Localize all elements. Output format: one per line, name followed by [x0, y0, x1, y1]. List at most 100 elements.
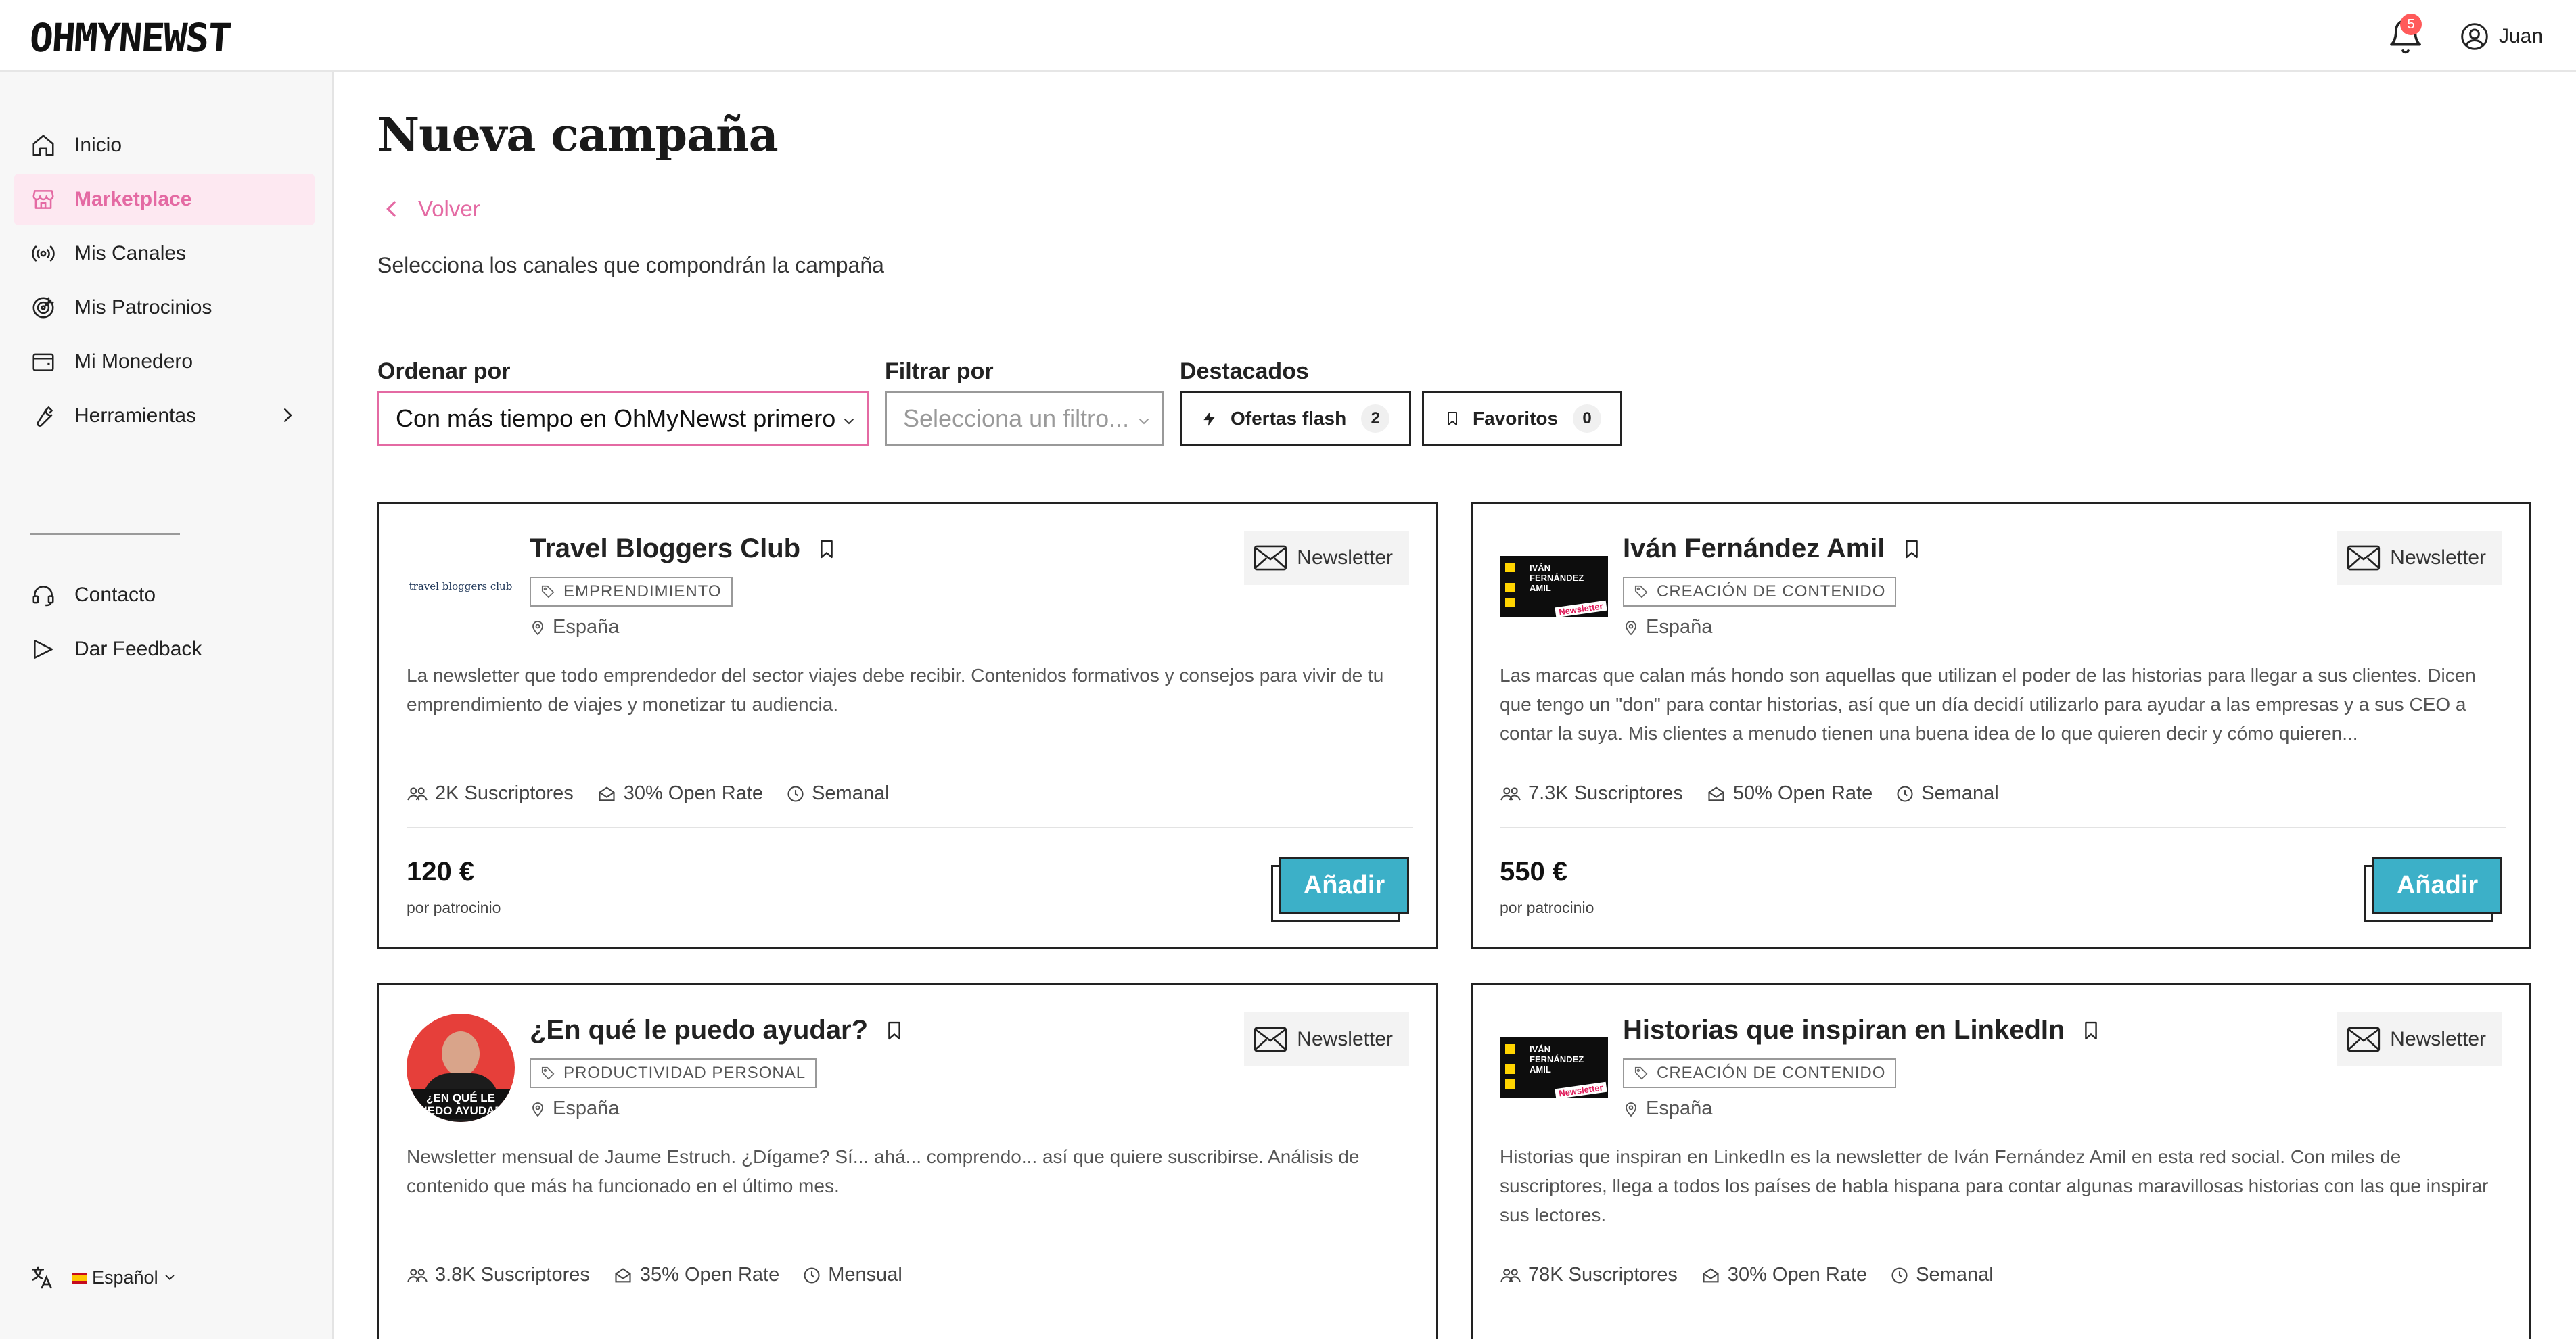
channel-type-badge: Newsletter: [1244, 1012, 1409, 1066]
frequency-value: Semanal: [812, 782, 890, 804]
bookmark-icon[interactable]: [886, 1020, 903, 1041]
bookmark-icon[interactable]: [818, 538, 835, 560]
open-rate-stat: 30% Open Rate: [597, 782, 763, 805]
channel-card[interactable]: ¿EN QUÉ LE PUEDO AYUDAR? ¿En qué le pued…: [377, 983, 1438, 1339]
open-rate-value: 30% Open Rate: [1727, 1264, 1868, 1286]
open-rate-stat: 30% Open Rate: [1701, 1264, 1867, 1286]
flash-offers-button[interactable]: Ofertas flash 2: [1180, 391, 1411, 446]
category-label: EMPRENDIMIENTO: [564, 582, 722, 601]
channel-description: La newsletter que todo emprendedor del s…: [407, 665, 1384, 715]
channel-name-text: Iván Fernández Amil: [1623, 534, 1885, 563]
channel-type-badge: Newsletter: [1244, 531, 1409, 585]
sidebar-item-label: Dar Feedback: [74, 638, 202, 660]
bookmark-icon[interactable]: [1903, 538, 1920, 560]
open-rate-value: 50% Open Rate: [1732, 782, 1873, 804]
channel-stats: 3.8K Suscriptores 35% Open Rate Mensual: [407, 1264, 902, 1286]
sidebar-item-mis-canales[interactable]: Mis Canales: [14, 228, 315, 279]
channel-description: Las marcas que calan más hondo son aquel…: [1500, 665, 2476, 744]
users-icon: [1500, 1266, 1521, 1285]
channel-card[interactable]: IVÁN FERNÁNDEZ AMIL Newsletter Historias…: [1471, 983, 2531, 1339]
channel-stats: 2K Suscriptores 30% Open Rate Semanal: [407, 782, 890, 805]
sidebar-item-herramientas[interactable]: Herramientas: [14, 390, 315, 442]
user-menu[interactable]: Juan: [2460, 19, 2543, 54]
sidebar-item-label: Mi Monedero: [74, 350, 193, 373]
language-label: Español: [92, 1267, 158, 1288]
sidebar-item-inicio[interactable]: Inicio: [14, 120, 315, 171]
channel-stats: 78K Suscriptores 30% Open Rate Semanal: [1500, 1264, 1994, 1286]
location-pin-icon: [530, 619, 546, 636]
open-envelope-icon: [613, 1266, 633, 1285]
user-icon: [2460, 22, 2489, 51]
frequency-stat: Semanal: [786, 782, 890, 805]
channel-description: Historias que inspiran en LinkedIn es la…: [1500, 1146, 2489, 1225]
channel-name-text: ¿En qué le puedo ayudar?: [530, 1015, 869, 1045]
spain-flag-icon: [72, 1273, 87, 1284]
channel-type-label: Newsletter: [2390, 1028, 2486, 1050]
frequency-stat: Semanal: [1890, 1264, 1994, 1286]
category-tag: CREACIÓN DE CONTENIDO: [1623, 577, 1897, 607]
favorites-label: Favoritos: [1473, 408, 1559, 429]
app-logo[interactable]: OHMYNEWST: [28, 15, 232, 61]
bookmark-icon[interactable]: [2082, 1020, 2100, 1041]
location: España: [1623, 616, 1712, 638]
location-label: España: [1646, 616, 1713, 638]
card-divider: [1500, 827, 2506, 828]
card-divider: [407, 827, 1413, 828]
clock-icon: [786, 784, 805, 803]
channel-logo-image: IVÁN FERNÁNDEZ AMIL Newsletter: [1500, 1037, 1608, 1098]
category-label: CREACIÓN DE CONTENIDO: [1657, 582, 1886, 601]
price: 120 €: [407, 857, 475, 887]
channel-name: Historias que inspiran en LinkedIn: [1623, 1015, 2100, 1046]
favorites-count: 0: [1573, 404, 1602, 433]
channel-type-label: Newsletter: [1297, 546, 1393, 569]
location: España: [530, 616, 619, 638]
sidebar-item-contacto[interactable]: Contacto: [14, 569, 315, 621]
featured-label: Destacados: [1180, 358, 1309, 384]
price: 550 €: [1500, 857, 1568, 887]
top-bar: OHMYNEWST 5 Juan: [0, 0, 2576, 72]
sidebar-item-mis-patrocinios[interactable]: Mis Patrocinios: [14, 282, 315, 333]
channel-logo-text: ¿EN QUÉ LE PUEDO AYUDAR?: [407, 1089, 515, 1119]
chevron-down-icon: [1136, 413, 1152, 429]
target-icon: [28, 293, 58, 323]
filter-select[interactable]: Selecciona un filtro...: [885, 391, 1164, 446]
language-selector[interactable]: Español: [28, 1264, 177, 1291]
broadcast-icon: [28, 239, 58, 268]
store-icon: [28, 185, 58, 214]
flash-offers-label: Ofertas flash: [1230, 408, 1347, 429]
clock-icon: [1895, 784, 1914, 803]
price-note: por patrocinio: [407, 899, 501, 916]
envelope-icon: [1254, 545, 1287, 571]
sidebar-item-marketplace[interactable]: Marketplace: [14, 174, 315, 225]
location-label: España: [553, 616, 620, 638]
price-note: por patrocinio: [1500, 899, 1594, 916]
favorites-button[interactable]: Favoritos 0: [1422, 391, 1622, 446]
channel-description: Newsletter mensual de Jaume Estruch. ¿Dí…: [407, 1146, 1360, 1196]
frequency-value: Semanal: [1921, 782, 1999, 804]
open-rate-stat: 35% Open Rate: [613, 1264, 779, 1286]
tag-icon: [540, 584, 555, 599]
subscribers-stat: 78K Suscriptores: [1500, 1264, 1678, 1286]
notification-badge: 5: [2400, 14, 2422, 35]
channel-logo-badge: Newsletter: [1555, 1081, 1607, 1098]
users-icon: [407, 1266, 428, 1285]
channel-card[interactable]: travel bloggers club Travel Bloggers Clu…: [377, 502, 1438, 949]
channel-card[interactable]: IVÁN FERNÁNDEZ AMIL Newsletter Iván Fern…: [1471, 502, 2531, 949]
sidebar-item-mi-monedero[interactable]: Mi Monedero: [14, 336, 315, 387]
sidebar-item-label: Contacto: [74, 584, 156, 606]
back-link[interactable]: Volver: [380, 196, 480, 222]
category-tag: EMPRENDIMIENTO: [530, 577, 733, 607]
sort-select[interactable]: Con más tiempo en OhMyNewst primero: [377, 391, 869, 446]
chevron-right-icon: [277, 405, 298, 425]
sidebar-item-dar-feedback[interactable]: Dar Feedback: [14, 624, 315, 675]
channel-name: Travel Bloggers Club: [530, 534, 835, 564]
tag-icon: [1634, 1066, 1649, 1081]
add-button[interactable]: Añadir: [2372, 857, 2502, 914]
clock-icon: [1890, 1266, 1909, 1285]
add-button[interactable]: Añadir: [1279, 857, 1409, 914]
channel-logo: travel bloggers club: [407, 532, 515, 640]
frequency-value: Mensual: [828, 1264, 902, 1286]
location-pin-icon: [530, 1100, 546, 1118]
sidebar-item-label: Herramientas: [74, 404, 197, 427]
subscribers-value: 2K Suscriptores: [435, 782, 574, 804]
